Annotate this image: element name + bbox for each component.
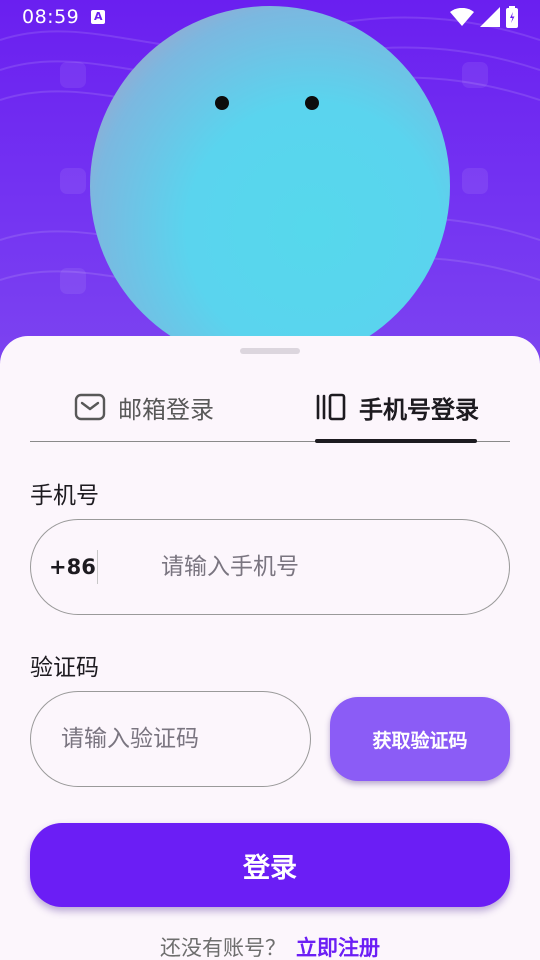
country-code-divider (97, 550, 98, 584)
mascot-right-eye (305, 96, 319, 110)
status-bar: 08:59 A (0, 0, 540, 34)
mail-icon (74, 393, 106, 421)
cell-signal-icon (480, 7, 500, 27)
decorative-tile (462, 168, 488, 194)
verification-code-input[interactable] (61, 692, 301, 786)
tab-selected-indicator (315, 439, 477, 443)
decorative-tile (60, 268, 86, 294)
register-row: 还没有账号？ 立即注册 (0, 932, 540, 960)
decorative-tile (462, 62, 488, 88)
battery-icon (506, 6, 518, 28)
tab-phone-label: 手机号登录 (359, 395, 479, 424)
phone-field: +86 (30, 519, 510, 615)
verification-code-label: 验证码 (30, 655, 99, 681)
get-verification-code-button[interactable]: 获取验证码 (330, 697, 510, 781)
sheet-drag-handle[interactable] (240, 348, 300, 354)
tab-phone-login[interactable]: 手机号登录 (315, 372, 479, 442)
phone-icon (316, 393, 346, 421)
decorative-tile (60, 62, 86, 88)
phone-label: 手机号 (30, 483, 99, 509)
mascot-left-eye (215, 96, 229, 110)
a-notification-icon: A (91, 10, 106, 24)
phone-input[interactable] (161, 520, 491, 614)
register-prompt: 还没有账号？ (160, 936, 286, 960)
verification-code-field (30, 691, 311, 787)
wifi-icon (450, 8, 474, 26)
login-button[interactable]: 登录 (30, 823, 510, 907)
status-time: 08:59 (22, 6, 80, 28)
login-method-tabs: 邮箱登录 手机号登录 (30, 372, 510, 443)
country-code[interactable]: +86 (49, 520, 96, 614)
mascot-avatar (90, 6, 450, 366)
tab-email-label: 邮箱登录 (118, 395, 214, 424)
login-sheet: 邮箱登录 手机号登录 手机号 +86 验证码 获取验证码 登录 还没有账号？ 立即… (0, 336, 540, 960)
decorative-tile (60, 168, 86, 194)
register-link[interactable]: 立即注册 (296, 936, 380, 960)
tab-email-login[interactable]: 邮箱登录 (74, 372, 214, 442)
